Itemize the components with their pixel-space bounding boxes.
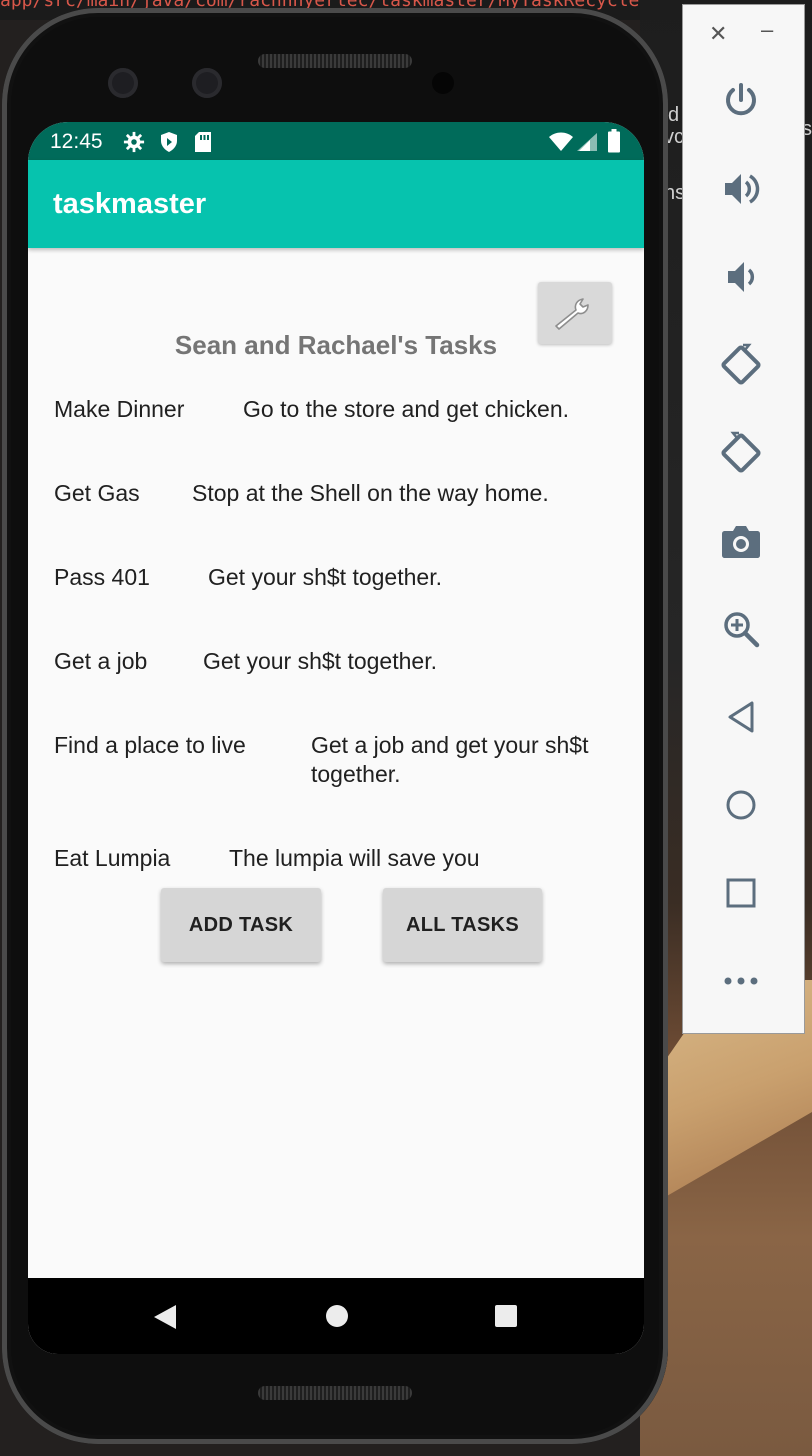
home-icon[interactable]	[325, 1304, 349, 1328]
signal-icon	[577, 133, 597, 151]
rotate-left-button[interactable]	[719, 343, 763, 387]
phone-frame: 12:45 taskmaster Sean and Rachael's Task…	[2, 8, 668, 1444]
task-title: Eat Lumpia	[54, 845, 171, 871]
overview-icon	[726, 878, 756, 908]
rotate-left-icon	[721, 343, 761, 385]
power-icon	[726, 83, 756, 116]
earpiece-speaker	[258, 54, 412, 68]
front-camera	[192, 68, 222, 98]
status-bar: 12:45	[28, 122, 644, 160]
overview-button[interactable]	[719, 871, 763, 915]
task-body: The lumpia will save you	[229, 845, 480, 871]
back-icon[interactable]	[152, 1304, 178, 1330]
task-title: Get a job	[54, 648, 148, 674]
close-button[interactable]: ✕	[709, 21, 727, 47]
screenshot-button[interactable]	[719, 519, 763, 563]
front-camera	[108, 68, 138, 98]
volume-up-button[interactable]	[719, 167, 763, 211]
rotate-right-icon	[721, 431, 761, 473]
page-title: Sean and Rachael's Tasks	[174, 330, 498, 360]
emulator-toolbar: ✕ –	[682, 4, 805, 1034]
shield-icon	[161, 132, 177, 152]
task-body: Go to the store and get chicken.	[243, 396, 570, 422]
volume-down-button[interactable]	[719, 255, 763, 299]
back-button[interactable]	[719, 695, 763, 739]
home-button[interactable]	[719, 783, 763, 827]
wrench-icon	[555, 298, 589, 330]
main-content: Sean and Rachael's Tasks Make Dinner Go …	[28, 248, 644, 1278]
task-title: Get Gas	[54, 480, 140, 506]
task-title: Make Dinner	[54, 396, 185, 422]
minimize-button[interactable]: –	[761, 17, 773, 43]
more-button[interactable]	[719, 959, 763, 1003]
power-button[interactable]	[719, 79, 763, 123]
zoom-icon	[724, 612, 760, 648]
battery-icon	[608, 129, 620, 153]
task-body: Stop at the Shell on the way home.	[192, 480, 549, 506]
task-body: Get a job and get your sh$t	[311, 732, 589, 758]
wifi-icon	[549, 132, 573, 151]
camera-icon	[722, 526, 760, 558]
desktop-text-fragment: d	[668, 104, 680, 126]
status-time: 12:45	[50, 130, 103, 153]
proximity-sensor	[432, 72, 454, 94]
all-tasks-button[interactable]: ALL TASKS	[383, 888, 542, 962]
volume-down-icon	[728, 262, 755, 292]
sd-card-icon	[195, 132, 211, 152]
task-title: Find a place to live	[54, 732, 246, 758]
zoom-button[interactable]	[719, 607, 763, 651]
home-icon	[726, 790, 756, 820]
bottom-speaker	[258, 1386, 412, 1400]
task-body-continued: together.	[311, 761, 401, 787]
volume-up-icon	[725, 174, 760, 204]
phone-screen: 12:45 taskmaster Sean and Rachael's Task…	[28, 122, 644, 1354]
recents-icon[interactable]	[494, 1304, 518, 1328]
navigation-bar	[28, 1278, 644, 1354]
more-icon	[724, 977, 758, 985]
app-bar: taskmaster	[28, 160, 644, 248]
task-body: Get your sh$t together.	[203, 648, 437, 674]
rotate-right-button[interactable]	[719, 431, 763, 475]
task-title: Pass 401	[54, 564, 150, 590]
add-task-button[interactable]: ADD TASK	[161, 888, 321, 962]
task-body: Get your sh$t together.	[208, 564, 442, 590]
gear-icon	[123, 131, 145, 153]
back-icon	[728, 701, 754, 733]
app-title: taskmaster	[53, 188, 207, 220]
